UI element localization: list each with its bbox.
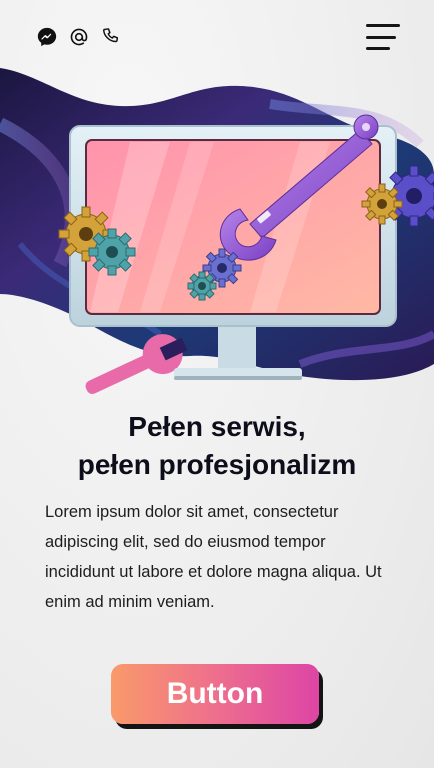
cta-button[interactable]: Button: [111, 664, 319, 724]
gear-icon: [187, 271, 217, 301]
hero-illustration: [0, 64, 434, 394]
at-icon[interactable]: [68, 26, 90, 48]
page-headline: Pełen serwis, pełen profesjonalizm: [0, 408, 434, 484]
body-paragraph: Lorem ipsum dolor sit amet, consectetur …: [45, 503, 382, 611]
menu-line: [366, 47, 390, 50]
contact-icons: [36, 26, 122, 48]
phone-icon[interactable]: [100, 26, 122, 48]
gear-icon: [361, 183, 403, 225]
messenger-icon[interactable]: [36, 26, 58, 48]
page: Pełen serwis, pełen profesjonalizm Lorem…: [0, 0, 434, 768]
menu-line: [366, 24, 400, 27]
monitor-repair-illustration: [0, 68, 434, 394]
menu-line: [366, 35, 396, 39]
hamburger-menu-icon[interactable]: [366, 24, 400, 50]
top-bar: [0, 24, 434, 54]
gear-icon: [88, 228, 136, 276]
headline-line-1: Pełen serwis,: [128, 411, 306, 442]
headline-line-2: pełen profesjonalizm: [77, 449, 357, 480]
